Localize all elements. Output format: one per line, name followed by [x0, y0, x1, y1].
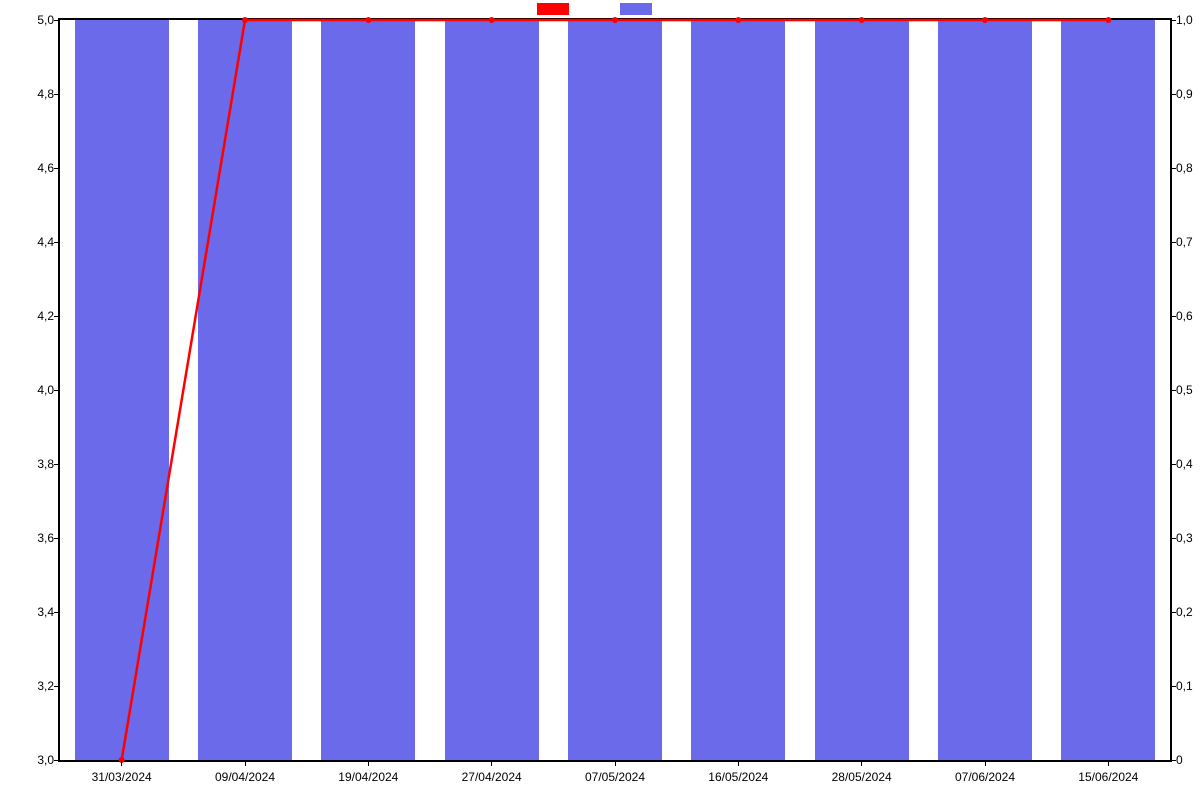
x-tick-label: 28/05/2024: [832, 760, 892, 784]
x-tick-label: 07/05/2024: [585, 760, 645, 784]
y-right-tick-label: 0,5: [1170, 383, 1193, 397]
line-series: [60, 20, 1170, 760]
y-right-tick-label: 0,7: [1170, 235, 1193, 249]
y-left-tick-label: 4,2: [37, 309, 60, 323]
y-right-tick-label: 0,2: [1170, 605, 1193, 619]
x-tick-label: 09/04/2024: [215, 760, 275, 784]
y-left-tick-label: 4,0: [37, 383, 60, 397]
y-right-tick-label: 1,0: [1170, 13, 1193, 27]
plot-area: 31/03/202409/04/202419/04/202427/04/2024…: [60, 20, 1170, 760]
y-left-tick-label: 3,2: [37, 679, 60, 693]
legend: [0, 0, 1200, 15]
y-left-tick-label: 4,8: [37, 87, 60, 101]
y-left-tick-label: 4,4: [37, 235, 60, 249]
x-tick-label: 15/06/2024: [1078, 760, 1138, 784]
legend-entry-line: [537, 1, 580, 15]
y-left-tick-label: 4,6: [37, 161, 60, 175]
x-tick-label: 19/04/2024: [338, 760, 398, 784]
y-left-tick-label: 3,8: [37, 457, 60, 471]
y-left-tick-label: 3,6: [37, 531, 60, 545]
y-right-tick-label: 0,1: [1170, 679, 1193, 693]
y-right-tick-label: 0,8: [1170, 161, 1193, 175]
y-left-tick-label: 3,0: [37, 753, 60, 767]
legend-swatch-blue: [620, 3, 652, 15]
x-tick-label: 27/04/2024: [462, 760, 522, 784]
y-left-tick-label: 5,0: [37, 13, 60, 27]
x-tick-label: 07/06/2024: [955, 760, 1015, 784]
legend-swatch-red: [537, 3, 569, 15]
x-tick-label: 31/03/2024: [92, 760, 152, 784]
x-tick-label: 16/05/2024: [708, 760, 768, 784]
legend-entry-bar: [620, 1, 663, 15]
y-left-tick-label: 3,4: [37, 605, 60, 619]
y-right-tick-label: 0,6: [1170, 309, 1193, 323]
y-right-tick-label: 0,4: [1170, 457, 1193, 471]
y-right-tick-label: 0,3: [1170, 531, 1193, 545]
y-right-tick-label: 0: [1170, 753, 1183, 767]
y-right-tick-label: 0,9: [1170, 87, 1193, 101]
